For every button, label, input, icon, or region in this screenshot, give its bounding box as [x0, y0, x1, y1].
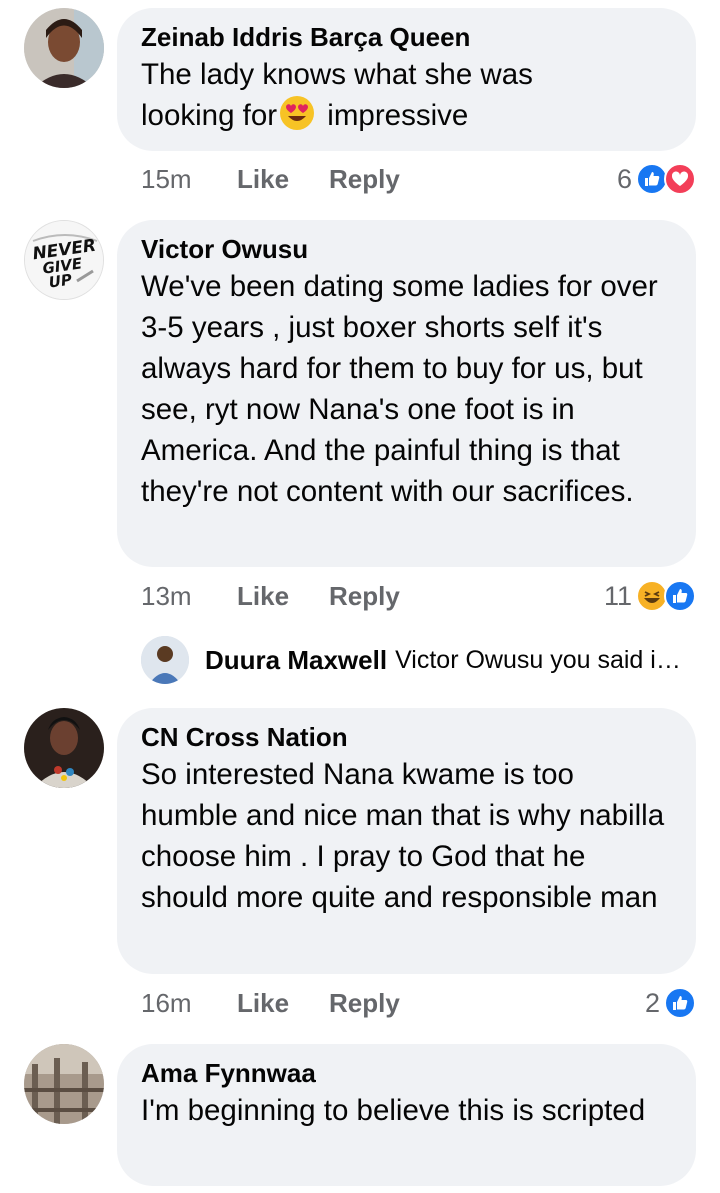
- reply-button[interactable]: Reply: [329, 164, 400, 195]
- comment-text-line2b: impressive: [319, 99, 469, 132]
- user-photo-icon: [24, 1044, 104, 1124]
- avatar[interactable]: [141, 636, 189, 684]
- comment-author[interactable]: Ama Fynnwaa: [141, 1056, 672, 1090]
- comment-bubble: Victor Owusu We've been dating some ladi…: [117, 220, 696, 567]
- love-icon: [664, 163, 696, 195]
- like-icon: [664, 987, 696, 1019]
- reply-preview[interactable]: Duura Maxwell Victor Owusu you said i…: [141, 635, 681, 685]
- comment-bubble: Ama Fynnwaa I'm beginning to believe thi…: [117, 1044, 696, 1186]
- user-photo-icon: [24, 708, 104, 788]
- like-button[interactable]: Like: [237, 581, 329, 612]
- reaction-summary[interactable]: 11: [604, 580, 696, 612]
- comment-author[interactable]: Zeinab Iddris Barça Queen: [141, 20, 672, 54]
- reply-snippet: Victor Owusu you said i…: [395, 645, 681, 674]
- comment-actions: 15m Like Reply 6: [141, 159, 696, 199]
- reaction-summary[interactable]: 2: [645, 987, 696, 1019]
- never-give-up-logo-icon: NEVER GIVE UP: [25, 221, 103, 299]
- reaction-count: 6: [616, 163, 632, 194]
- svg-text:UP: UP: [48, 271, 73, 292]
- reply-button[interactable]: Reply: [329, 581, 400, 612]
- comment-text: So interested Nana kwame is too humble a…: [141, 758, 665, 914]
- comment-bubble: Zeinab Iddris Barça Queen The lady knows…: [117, 8, 696, 151]
- avatar[interactable]: [24, 1044, 104, 1124]
- comment-text: We've been dating some ladies for over 3…: [141, 270, 658, 508]
- like-button[interactable]: Like: [237, 164, 329, 195]
- reply-author[interactable]: Duura Maxwell: [205, 645, 387, 676]
- comment-text: I'm beginning to believe this is scripte…: [141, 1094, 646, 1127]
- reaction-count: 2: [644, 987, 660, 1018]
- avatar[interactable]: [24, 708, 104, 788]
- heart-eyes-emoji-icon: [280, 96, 315, 130]
- comment-actions: 16m Like Reply 2: [141, 983, 696, 1023]
- avatar[interactable]: NEVER GIVE UP: [24, 220, 104, 300]
- comment-author[interactable]: Victor Owusu: [141, 232, 672, 266]
- user-photo-icon: [141, 636, 189, 684]
- comment-bubble: CN Cross Nation So interested Nana kwame…: [117, 708, 696, 974]
- comment-time[interactable]: 13m: [141, 581, 237, 612]
- reaction-count: 11: [603, 580, 632, 611]
- comment-text-line2a: looking for: [141, 99, 278, 132]
- like-icon: [664, 580, 696, 612]
- comment-text-line1: The lady knows what she was: [141, 58, 533, 91]
- comment-time[interactable]: 16m: [141, 988, 237, 1019]
- reply-button[interactable]: Reply: [329, 988, 400, 1019]
- comment-text: The lady knows what she was looking for …: [141, 54, 672, 136]
- comment-author[interactable]: CN Cross Nation: [141, 720, 672, 754]
- avatar[interactable]: [24, 8, 104, 88]
- comment-actions: 13m Like Reply 11: [141, 576, 696, 616]
- comment-time[interactable]: 15m: [141, 164, 237, 195]
- user-photo-icon: [24, 8, 104, 88]
- like-button[interactable]: Like: [237, 988, 329, 1019]
- reaction-summary[interactable]: 6: [617, 163, 696, 195]
